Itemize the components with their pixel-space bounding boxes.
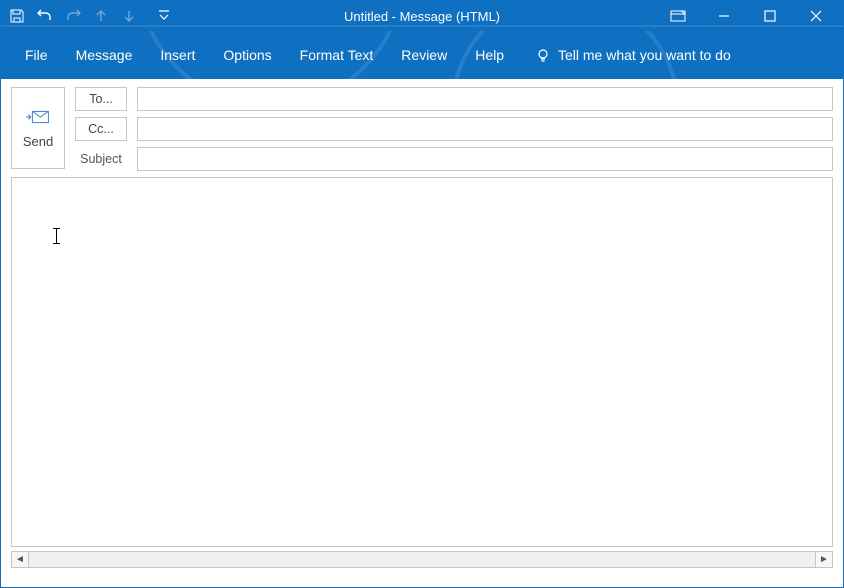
scroll-left-arrow-icon[interactable]: ◄ — [12, 552, 29, 567]
tab-file[interactable]: File — [11, 39, 62, 71]
text-cursor-icon — [56, 228, 57, 244]
ribbon-tabs: File Message Insert Options Format Text … — [1, 31, 843, 79]
subject-input[interactable] — [137, 147, 833, 171]
cc-input[interactable] — [137, 117, 833, 141]
to-input[interactable] — [137, 87, 833, 111]
close-icon[interactable] — [793, 1, 839, 31]
to-button[interactable]: To... — [75, 87, 127, 111]
message-body-container — [11, 177, 833, 547]
tab-format-text[interactable]: Format Text — [286, 39, 388, 71]
redo-icon[interactable] — [61, 4, 85, 28]
window-controls — [655, 1, 839, 31]
header-fields: To... Cc... Subject — [75, 87, 833, 171]
send-envelope-icon — [26, 108, 50, 126]
tab-insert[interactable]: Insert — [146, 39, 209, 71]
compose-header: Send To... Cc... Subject — [1, 79, 843, 177]
scroll-right-arrow-icon[interactable]: ► — [815, 552, 832, 567]
title-bar: Untitled - Message (HTML) — [1, 1, 843, 31]
customize-qat-icon[interactable] — [157, 4, 171, 28]
tab-review[interactable]: Review — [387, 39, 461, 71]
tab-options[interactable]: Options — [209, 39, 285, 71]
horizontal-scrollbar[interactable]: ◄ ► — [11, 551, 833, 568]
ribbon-display-options-icon[interactable] — [655, 1, 701, 31]
subject-label: Subject — [75, 152, 127, 166]
save-icon[interactable] — [5, 4, 29, 28]
lightbulb-icon — [536, 48, 550, 62]
tell-me-search[interactable]: Tell me what you want to do — [518, 47, 731, 63]
tell-me-label: Tell me what you want to do — [558, 47, 731, 63]
message-body[interactable] — [12, 178, 832, 546]
undo-icon[interactable] — [33, 4, 57, 28]
previous-item-icon[interactable] — [89, 4, 113, 28]
minimize-icon[interactable] — [701, 1, 747, 31]
send-label: Send — [23, 134, 53, 149]
maximize-icon[interactable] — [747, 1, 793, 31]
scroll-track[interactable] — [29, 552, 815, 567]
tab-help[interactable]: Help — [461, 39, 518, 71]
tab-message[interactable]: Message — [62, 39, 147, 71]
quick-access-toolbar — [5, 4, 171, 28]
cc-button[interactable]: Cc... — [75, 117, 127, 141]
next-item-icon[interactable] — [117, 4, 141, 28]
send-button[interactable]: Send — [11, 87, 65, 169]
